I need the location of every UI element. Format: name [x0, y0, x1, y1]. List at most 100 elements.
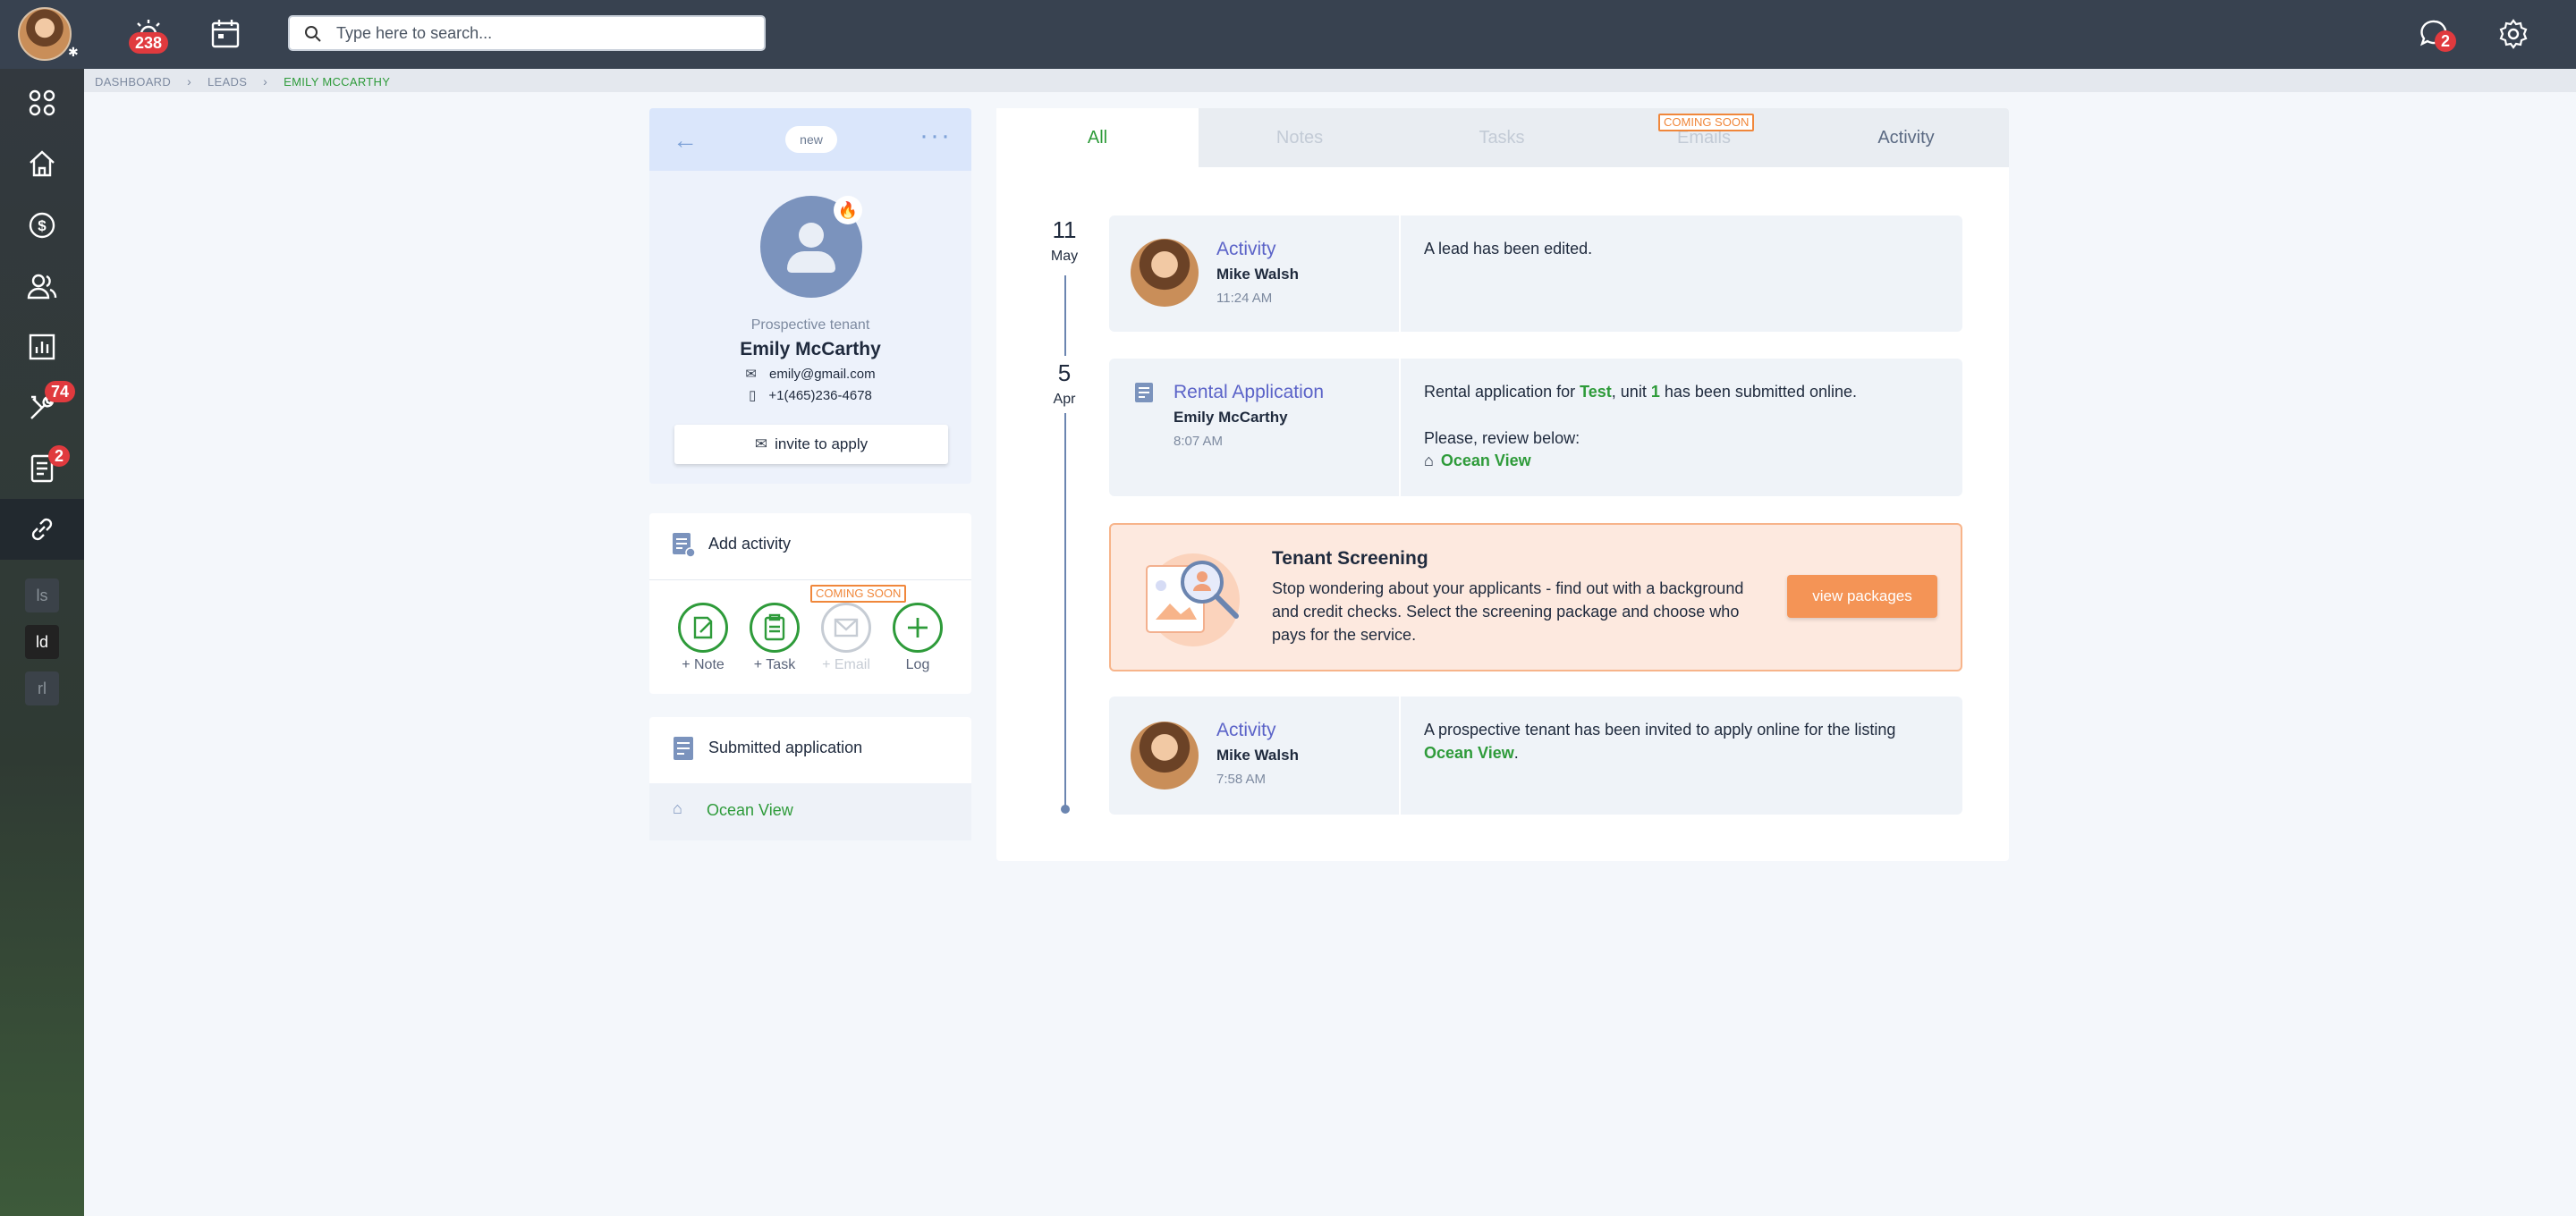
- add-task-button[interactable]: [750, 603, 800, 653]
- activity-tabs: All Notes Tasks Emails COMING SOON Activ…: [996, 108, 2009, 167]
- status-badge: new: [785, 126, 837, 153]
- sidebar-item-home[interactable]: [0, 133, 84, 194]
- sidebar-mini-ld[interactable]: ld: [25, 625, 59, 659]
- add-note-label: + Note: [682, 657, 724, 672]
- user-avatar[interactable]: [18, 7, 72, 61]
- add-email-button: [821, 603, 871, 653]
- lead-phone[interactable]: +1(465)236-4678: [768, 388, 872, 403]
- users-icon: [27, 274, 57, 300]
- view-packages-button[interactable]: view packages: [1787, 575, 1937, 618]
- applications-badge: 2: [48, 445, 71, 467]
- breadcrumb-leads[interactable]: LEADS: [208, 75, 247, 89]
- link-icon: [31, 518, 53, 541]
- tab-all[interactable]: All: [996, 108, 1199, 167]
- add-note-button[interactable]: [678, 603, 728, 653]
- tab-activity[interactable]: Activity: [1805, 108, 2007, 167]
- entry-time: 8:07 AM: [1174, 434, 1224, 449]
- entry-type: Activity: [1216, 720, 1276, 740]
- sidebar-item-applications[interactable]: 2: [0, 438, 84, 499]
- breadcrumb-bar: [84, 69, 2576, 92]
- entry-type: Activity: [1216, 239, 1276, 259]
- date-month: Apr: [1053, 392, 1076, 407]
- messages-badge: 2: [2435, 30, 2457, 52]
- alerts-badge: 238: [129, 32, 169, 54]
- property-link[interactable]: Ocean View: [1441, 452, 1531, 469]
- listing-link[interactable]: Ocean View: [1424, 744, 1514, 762]
- lead-phone-row: ▯ +1(465)236-4678: [649, 387, 971, 403]
- sidebar-mini-rl[interactable]: rl: [25, 671, 59, 705]
- lead-card: ← new ··· 🔥 Prospective tenant Emily McC…: [649, 108, 971, 484]
- lead-email[interactable]: emily@gmail.com: [769, 367, 876, 382]
- messages-button[interactable]: 2: [2417, 16, 2457, 52]
- log-label: Log: [905, 657, 930, 672]
- entry-text: A prospective tenant has been invited to…: [1424, 721, 1896, 762]
- tab-tasks[interactable]: Tasks: [1401, 108, 1603, 167]
- tab-notes[interactable]: Notes: [1199, 108, 1401, 167]
- date-day: 11: [1052, 216, 1077, 243]
- clipboard-icon: [764, 613, 785, 641]
- sidebar: $ 74 2 ls ld rl: [0, 69, 84, 1216]
- fire-icon: 🔥: [834, 196, 862, 224]
- dollar-icon: $: [29, 212, 55, 239]
- top-bar: ✱ 238 2: [0, 0, 2576, 69]
- screening-illustration-icon: [1146, 553, 1240, 646]
- settings-button[interactable]: [2496, 16, 2531, 52]
- avatar: [1131, 722, 1199, 790]
- entry-review-text: Please, review below:: [1424, 429, 1580, 447]
- submitted-item[interactable]: ⌂ Ocean View: [649, 783, 971, 840]
- sidebar-item-payments[interactable]: $: [0, 195, 84, 256]
- timeline-entry[interactable]: Rental Application Emily McCarthy 8:07 A…: [1109, 359, 1962, 496]
- unit-link[interactable]: 1: [1651, 383, 1660, 401]
- entry-property-row: ⌂ Ocean View: [1424, 449, 1531, 472]
- plus-icon: [908, 618, 928, 638]
- timeline-entry[interactable]: Activity Mike Walsh 11:24 AM A lead has …: [1109, 215, 1962, 332]
- document-icon: [674, 737, 693, 760]
- emails-coming-soon-badge: COMING SOON: [1658, 114, 1755, 131]
- sidebar-item-apps[interactable]: [0, 72, 84, 133]
- sidebar-item-maintenance[interactable]: 74: [0, 377, 84, 438]
- screening-description: Stop wondering about your applicants - f…: [1272, 579, 1744, 644]
- envelope-icon: ✉: [754, 435, 768, 452]
- sidebar-item-leads[interactable]: [0, 499, 84, 560]
- avatar: [1131, 239, 1199, 307]
- more-options-icon[interactable]: ···: [919, 121, 952, 151]
- entry-time: 11:24 AM: [1216, 291, 1273, 306]
- invite-label: invite to apply: [775, 435, 869, 452]
- property-link[interactable]: Test: [1580, 383, 1612, 401]
- back-arrow-icon[interactable]: ←: [673, 126, 698, 155]
- date-month: May: [1050, 249, 1079, 264]
- submitted-title: Submitted application: [708, 739, 863, 756]
- lead-email-row: ✉ emily@gmail.com: [649, 366, 971, 382]
- sidebar-item-people[interactable]: [0, 256, 84, 317]
- entry-type[interactable]: Rental Application: [1174, 382, 1324, 403]
- note-icon: [693, 616, 713, 639]
- sidebar-item-reports[interactable]: [0, 317, 84, 377]
- pin-icon: ✱: [68, 45, 79, 59]
- timeline-entry[interactable]: Activity Mike Walsh 7:58 AM A prospectiv…: [1109, 697, 1962, 815]
- breadcrumb-dashboard[interactable]: DASHBOARD: [95, 75, 171, 89]
- home-icon: ⌂: [673, 799, 682, 817]
- alerts-button[interactable]: 238: [129, 16, 169, 54]
- add-activity-title: Add activity: [708, 535, 792, 553]
- lead-role: Prospective tenant: [750, 317, 870, 333]
- log-button[interactable]: [893, 603, 943, 653]
- search-input[interactable]: [336, 21, 748, 46]
- lead-name: Emily McCarthy: [740, 339, 881, 359]
- maintenance-badge: 74: [45, 381, 76, 402]
- submitted-application-card: Submitted application ⌂ Ocean View: [649, 717, 971, 840]
- home-icon: ⌂: [1424, 452, 1434, 469]
- svg-text:$: $: [38, 217, 47, 234]
- entry-text: Rental application for Test, unit 1 has …: [1424, 383, 1857, 401]
- gear-icon: [2499, 19, 2528, 49]
- submitted-property-link[interactable]: Ocean View: [707, 801, 793, 820]
- breadcrumb-current: EMILY MCCARTHY: [284, 74, 391, 89]
- sidebar-mini-ls[interactable]: ls: [25, 578, 59, 612]
- invite-to-apply-button[interactable]: ✉ invite to apply: [674, 425, 948, 464]
- home-icon: [30, 150, 55, 177]
- calendar-button[interactable]: [208, 16, 243, 52]
- tenant-screening-promo: Tenant Screening Stop wondering about yo…: [1109, 523, 1962, 671]
- entry-author: Emily McCarthy: [1174, 409, 1288, 426]
- search-box[interactable]: [288, 15, 766, 51]
- breadcrumb: DASHBOARD › LEADS › EMILY MCCARTHY: [95, 74, 390, 89]
- chart-icon: [29, 334, 55, 360]
